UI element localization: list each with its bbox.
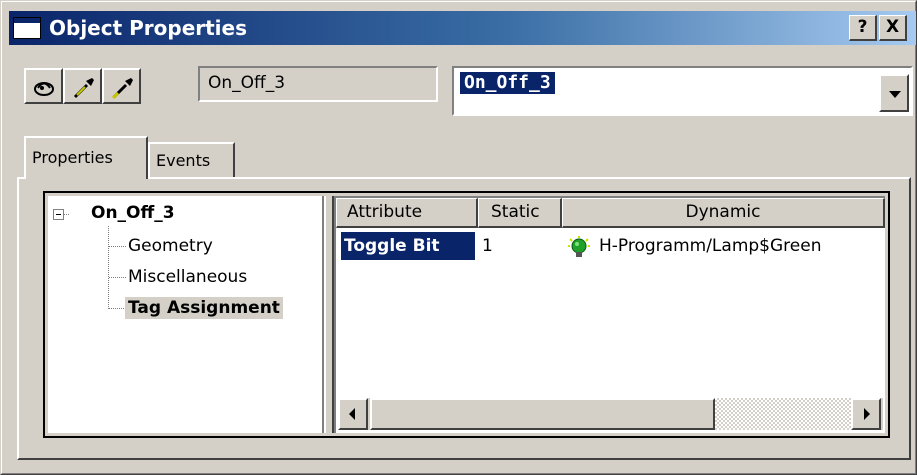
close-button[interactable]: X [879, 15, 907, 41]
dropdown-arrow-icon[interactable] [879, 74, 909, 112]
splitter[interactable] [324, 196, 334, 433]
pick-format-button[interactable] [63, 68, 102, 104]
tree-root-item[interactable]: On_Off_3 [91, 203, 175, 223]
object-name-value: On_Off_3 [208, 73, 286, 93]
pick-format-icon [73, 78, 94, 99]
tree-item-tag-assignment[interactable]: Tag Assignment [125, 297, 283, 319]
tree-item-geometry[interactable]: Geometry [128, 236, 213, 256]
scroll-right-button[interactable] [851, 398, 881, 430]
column-header-dynamic[interactable]: Dynamic [562, 198, 885, 228]
scroll-right-icon [864, 408, 870, 420]
column-header-static[interactable]: Static [478, 198, 562, 228]
attribute-grid[interactable]: Attribute Static Dynamic Toggle Bit 1 H-… [334, 196, 885, 433]
window-icon [13, 17, 41, 39]
apply-format-icon [111, 78, 133, 100]
green-bulb-icon [566, 235, 592, 264]
object-select-dropdown[interactable]: On_Off_3 [452, 66, 913, 116]
tree-item-miscellaneous[interactable]: Miscellaneous [128, 267, 247, 287]
tab-events[interactable]: Events [148, 142, 235, 177]
tree-view[interactable]: On_Off_3 Geometry Miscellaneous Tag Assi… [48, 196, 324, 433]
tab-events-label: Events [156, 151, 211, 170]
scroll-thumb[interactable] [370, 398, 715, 430]
pin-button[interactable] [24, 68, 63, 104]
column-header-attribute[interactable]: Attribute [336, 198, 478, 228]
horizontal-scrollbar[interactable] [338, 398, 883, 430]
cell-static[interactable]: 1 [482, 232, 493, 260]
tab-properties[interactable]: Properties [24, 136, 148, 179]
object-select-value: On_Off_3 [460, 72, 555, 94]
scroll-left-button[interactable] [338, 398, 368, 430]
scroll-track[interactable] [715, 398, 851, 430]
title-bar[interactable]: Object Properties ? X [9, 11, 916, 45]
object-properties-window: Object Properties ? X On_Off_3 On_Off_3 [0, 0, 917, 475]
cell-attribute[interactable]: Toggle Bit [341, 232, 475, 260]
cell-dynamic[interactable]: H-Programm/Lamp$Green [599, 232, 821, 260]
scroll-left-icon [349, 408, 355, 420]
help-button[interactable]: ? [849, 15, 877, 41]
tab-properties-label: Properties [32, 148, 113, 167]
object-name-field: On_Off_3 [198, 66, 438, 102]
pin-icon [34, 82, 54, 96]
window-title: Object Properties [49, 16, 248, 40]
apply-format-button[interactable] [102, 68, 141, 104]
